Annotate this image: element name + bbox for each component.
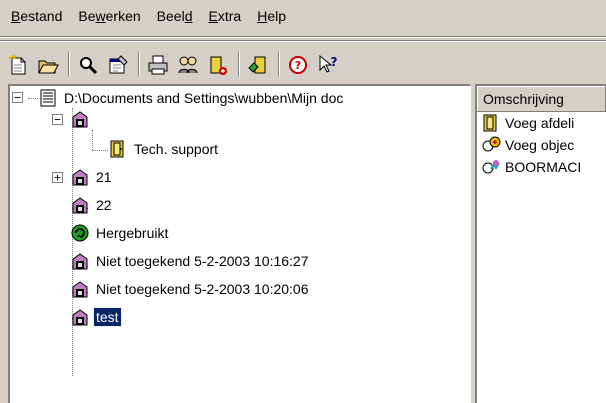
help-icon: ? [287,54,307,74]
svg-text:?: ? [331,55,338,69]
building-icon [70,251,90,271]
list-item[interactable]: Voeg objec [477,134,606,156]
tree-view[interactable]: − D:\Documents and Settings\wubben\Mijn … [8,84,471,403]
properties-button[interactable] [104,49,134,79]
print-icon [147,54,168,75]
tree-root-label: D:\Documents and Settings\wubben\Mijn do… [64,90,344,106]
menu-extra[interactable]: Extra [202,6,251,26]
tree-connector [92,150,108,151]
new-button[interactable] [4,49,34,79]
door-icon [108,139,128,159]
building-icon [70,195,90,215]
tree-node-niet-toegekend-2[interactable]: Niet toegekend 5-2-2003 10:20:06 [70,278,311,300]
toolbar-separator [238,51,240,77]
node-collapse-toggle[interactable]: − [52,114,63,125]
menu-help[interactable]: Help [250,6,295,26]
building-icon [70,279,90,299]
list-item[interactable]: Voeg afdeli [477,112,606,134]
tree-node-test[interactable]: test [70,306,122,328]
edit-door-button[interactable] [244,49,274,79]
tree-root[interactable]: D:\Documents and Settings\wubben\Mijn do… [38,87,345,109]
tree-node-22[interactable]: 22 [70,194,114,216]
database-icon [38,88,58,108]
tree-connector [92,130,93,150]
svg-text:?: ? [295,59,301,72]
drill-icon [481,157,501,177]
context-help-button[interactable]: ? [314,49,344,79]
toolbar-separator [278,51,280,77]
open-button[interactable] [34,49,64,79]
print-button[interactable] [144,49,174,79]
menu-beeld[interactable]: Beeld [150,6,202,26]
building-icon [70,307,90,327]
context-help-icon: ? [317,54,338,74]
tree-node-niet-toegekend-1[interactable]: Niet toegekend 5-2-2003 10:16:27 [70,250,311,272]
root-collapse-toggle[interactable]: − [12,92,23,103]
recycle-icon [70,223,90,243]
add-door-icon [207,54,227,75]
menu-bewerken[interactable]: Bewerken [71,6,149,26]
column-header-omschrijving[interactable]: Omschrijving [477,86,606,112]
building-icon [70,109,90,129]
toolbar-separator [68,51,70,77]
open-folder-icon [37,54,59,74]
door-icon [481,113,501,133]
search-button[interactable] [74,49,104,79]
help-button[interactable]: ? [284,49,314,79]
toolbar: ? ? [4,46,344,82]
users-button[interactable] [174,49,204,79]
building-icon [70,167,90,187]
details-list[interactable]: Omschrijving Voeg afdeli Voeg objec BOOR… [475,84,606,403]
menu-bestand[interactable]: Bestand [4,6,71,26]
edit-door-icon [247,54,267,74]
selected-node-label: test [93,307,122,327]
new-document-icon [7,54,27,75]
list-item[interactable]: BOORMACI [477,156,606,178]
tree-node-tech-support[interactable]: Tech. support [108,138,220,160]
toolbar-separator [138,51,140,77]
add-object-icon [481,135,501,155]
tree-node-hergebruikt[interactable]: Hergebruikt [70,222,170,244]
tree-node[interactable] [70,108,98,130]
add-door-button[interactable] [204,49,234,79]
toolbar-top-separator [0,40,606,42]
users-icon [177,54,198,74]
menu-separator [0,36,606,38]
menu-bar: Bestand Bewerken Beeld Extra Help [0,0,606,32]
tree-node-21[interactable]: 21 [70,166,114,188]
search-icon [77,54,98,75]
tree-connector [28,98,38,99]
properties-icon [107,54,128,74]
node-expand-toggle[interactable]: + [52,172,63,183]
